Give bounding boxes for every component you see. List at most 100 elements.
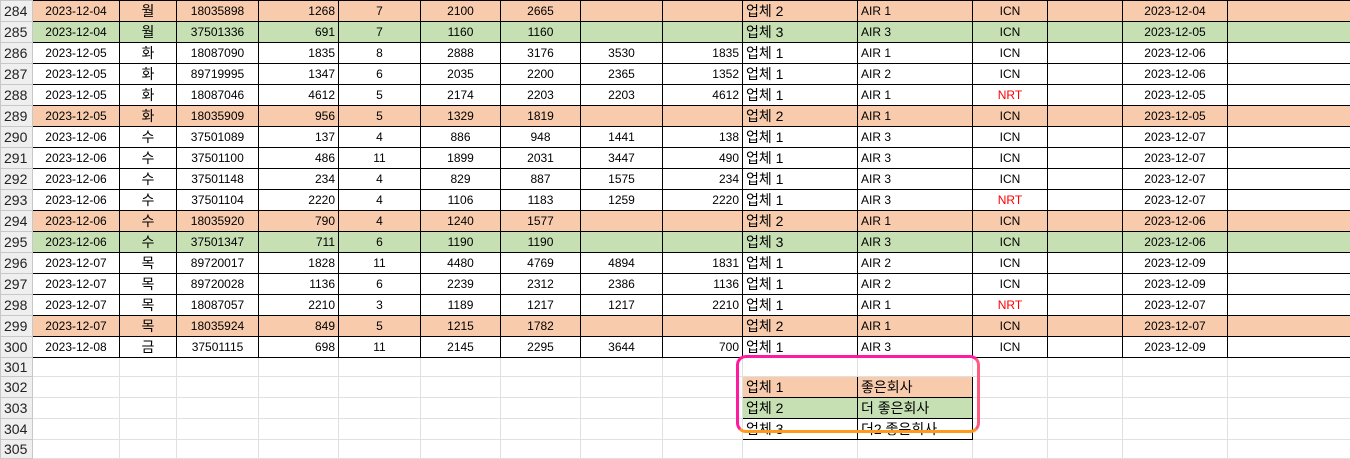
empty-cell[interactable] [663, 398, 743, 419]
cell-vendor[interactable]: 업체 1 [743, 43, 858, 64]
cell-count[interactable]: 6 [339, 64, 421, 85]
cell-blank[interactable] [1048, 127, 1123, 148]
cell-count[interactable]: 5 [339, 106, 421, 127]
cell-port[interactable]: ICN [973, 106, 1048, 127]
cell-blank[interactable] [1048, 274, 1123, 295]
cell-code[interactable]: 37501100 [177, 148, 259, 169]
empty-cell[interactable] [743, 440, 858, 459]
legend-company[interactable]: 더2 좋은회사 [858, 419, 973, 440]
empty-cell[interactable] [973, 419, 1048, 440]
row-header[interactable]: 290 [1, 127, 33, 148]
cell-vendor[interactable]: 업체 1 [743, 337, 858, 358]
cell-date[interactable]: 2023-12-06 [33, 190, 120, 211]
cell-blank[interactable] [1228, 190, 1350, 211]
cell-date-2[interactable]: 2023-12-07 [1123, 316, 1228, 337]
legend-company[interactable]: 좋은회사 [858, 377, 973, 398]
cell-price-4[interactable]: 700 [663, 337, 743, 358]
row-header[interactable]: 294 [1, 211, 33, 232]
cell-code[interactable]: 18035924 [177, 316, 259, 337]
cell-code[interactable]: 37501104 [177, 190, 259, 211]
cell-date-2[interactable]: 2023-12-07 [1123, 190, 1228, 211]
empty-cell[interactable] [663, 440, 743, 459]
cell-port[interactable]: ICN [973, 232, 1048, 253]
cell-count[interactable]: 7 [339, 22, 421, 43]
cell-count[interactable]: 4 [339, 211, 421, 232]
empty-cell[interactable] [973, 440, 1048, 459]
empty-cell[interactable] [177, 377, 259, 398]
cell-price-3[interactable]: 2365 [581, 64, 663, 85]
legend-company[interactable]: 더 좋은회사 [858, 398, 973, 419]
cell-date-2[interactable]: 2023-12-06 [1123, 232, 1228, 253]
cell-price-3[interactable]: 1217 [581, 295, 663, 316]
cell-port[interactable]: ICN [973, 169, 1048, 190]
cell-blank[interactable] [1048, 148, 1123, 169]
cell-price-3[interactable]: 3644 [581, 337, 663, 358]
cell-blank[interactable] [1228, 106, 1350, 127]
empty-cell[interactable] [1228, 398, 1350, 419]
cell-count[interactable]: 5 [339, 316, 421, 337]
cell-count[interactable]: 6 [339, 232, 421, 253]
cell-port[interactable]: ICN [973, 127, 1048, 148]
cell-day[interactable]: 수 [120, 127, 177, 148]
empty-cell[interactable] [33, 440, 120, 459]
cell-price-3[interactable]: 3530 [581, 43, 663, 64]
cell-price-2[interactable]: 1819 [501, 106, 581, 127]
cell-date-2[interactable]: 2023-12-09 [1123, 337, 1228, 358]
empty-cell[interactable] [1228, 419, 1350, 440]
cell-blank[interactable] [1228, 43, 1350, 64]
cell-price-3[interactable]: 2203 [581, 85, 663, 106]
cell-price-4[interactable] [663, 232, 743, 253]
empty-cell[interactable] [858, 358, 973, 377]
cell-price-4[interactable]: 1136 [663, 274, 743, 295]
empty-cell[interactable] [259, 358, 339, 377]
cell-price-2[interactable]: 1217 [501, 295, 581, 316]
cell-vendor[interactable]: 업체 2 [743, 316, 858, 337]
cell-vendor[interactable]: 업체 1 [743, 85, 858, 106]
cell-price-3[interactable] [581, 211, 663, 232]
row-header[interactable]: 295 [1, 232, 33, 253]
cell-code[interactable]: 37501336 [177, 22, 259, 43]
empty-cell[interactable] [259, 377, 339, 398]
cell-vendor[interactable]: 업체 1 [743, 64, 858, 85]
cell-blank[interactable] [1228, 211, 1350, 232]
cell-count[interactable]: 11 [339, 337, 421, 358]
cell-date-2[interactable]: 2023-12-07 [1123, 169, 1228, 190]
empty-cell[interactable] [581, 398, 663, 419]
empty-cell[interactable] [120, 377, 177, 398]
empty-cell[interactable] [177, 440, 259, 459]
empty-cell[interactable] [1048, 440, 1123, 459]
row-header[interactable]: 299 [1, 316, 33, 337]
cell-vendor[interactable]: 업체 1 [743, 148, 858, 169]
cell-price-4[interactable]: 1352 [663, 64, 743, 85]
cell-blank[interactable] [1048, 106, 1123, 127]
empty-cell[interactable] [858, 440, 973, 459]
cell-count[interactable]: 7 [339, 1, 421, 22]
cell-price-1[interactable]: 2174 [421, 85, 501, 106]
empty-cell[interactable] [1228, 358, 1350, 377]
cell-date[interactable]: 2023-12-08 [33, 337, 120, 358]
cell-vendor[interactable]: 업체 1 [743, 127, 858, 148]
cell-date[interactable]: 2023-12-05 [33, 43, 120, 64]
cell-qty[interactable]: 137 [259, 127, 339, 148]
empty-cell[interactable] [33, 358, 120, 377]
cell-blank[interactable] [1228, 148, 1350, 169]
cell-blank[interactable] [1048, 64, 1123, 85]
cell-air[interactable]: AIR 1 [858, 1, 973, 22]
cell-price-2[interactable]: 2031 [501, 148, 581, 169]
row-header[interactable]: 284 [1, 1, 33, 22]
cell-code[interactable]: 18087090 [177, 43, 259, 64]
cell-port[interactable]: ICN [973, 316, 1048, 337]
cell-price-2[interactable]: 2295 [501, 337, 581, 358]
cell-blank[interactable] [1228, 316, 1350, 337]
row-header[interactable]: 301 [1, 358, 33, 377]
cell-count[interactable]: 5 [339, 85, 421, 106]
cell-port[interactable]: NRT [973, 190, 1048, 211]
cell-blank[interactable] [1048, 211, 1123, 232]
empty-cell[interactable] [421, 440, 501, 459]
cell-code[interactable]: 37501089 [177, 127, 259, 148]
cell-air[interactable]: AIR 2 [858, 274, 973, 295]
empty-cell[interactable] [33, 398, 120, 419]
cell-code[interactable]: 18087057 [177, 295, 259, 316]
cell-vendor[interactable]: 업체 2 [743, 106, 858, 127]
empty-cell[interactable] [421, 419, 501, 440]
